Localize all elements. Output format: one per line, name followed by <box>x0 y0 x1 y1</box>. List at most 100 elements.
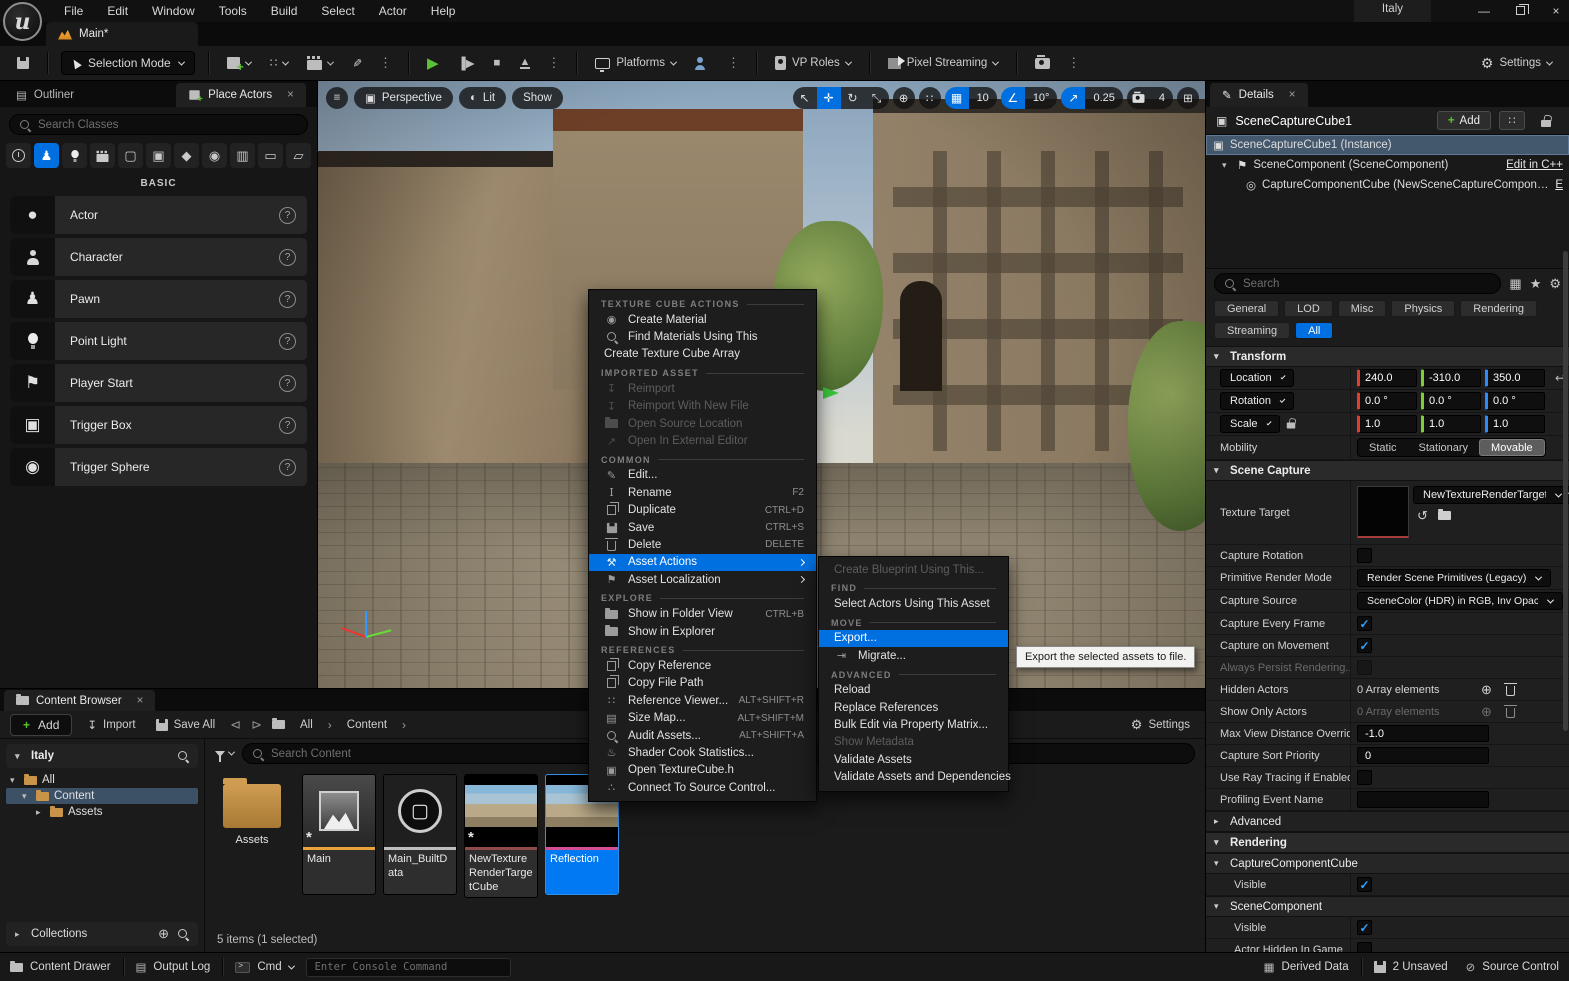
search-classes-input[interactable] <box>38 119 298 131</box>
rotation-y-field[interactable]: 0.0 ° <box>1421 392 1481 410</box>
close-icon[interactable]: × <box>287 89 294 101</box>
help-icon[interactable]: ? <box>279 291 296 308</box>
tab-main-level[interactable]: Main* <box>46 22 198 46</box>
add-component-button[interactable]: +Add <box>1437 111 1491 130</box>
menu-item-edit[interactable]: ✎Edit... <box>589 467 816 484</box>
blueprint-convert-button[interactable]: ∷ <box>1499 111 1525 130</box>
category-cinematic-icon[interactable] <box>90 143 115 168</box>
menu-item-copy-reference[interactable]: Copy Reference <box>589 657 816 674</box>
location-y-field[interactable]: -310.0 <box>1421 369 1481 387</box>
scale-x-field[interactable]: 1.0 <box>1357 415 1417 433</box>
tab-place-actors[interactable]: Place Actors × <box>176 83 306 107</box>
save-all-button[interactable]: Save All <box>151 715 221 735</box>
tab-content-browser[interactable]: Content Browser × <box>4 690 155 711</box>
import-button[interactable]: ↧Import <box>82 714 140 736</box>
select-tool-button[interactable]: ↖ <box>793 87 817 109</box>
rotation-snap-value[interactable]: 10° <box>1025 87 1058 109</box>
texture-target-thumbnail[interactable] <box>1357 486 1409 538</box>
mobility-static[interactable]: Static <box>1358 439 1408 456</box>
add-actor-button[interactable] <box>222 53 256 73</box>
section-rendering[interactable]: ▾Rendering <box>1206 832 1569 853</box>
tree-row-capture-component[interactable]: ◎ CaptureComponentCube (NewSceneCaptureC… <box>1206 175 1569 195</box>
restore-button[interactable] <box>1513 4 1527 18</box>
unreal-logo-icon[interactable]: u <box>3 2 42 41</box>
grid-snap-value[interactable]: 10 <box>969 87 997 109</box>
menu-tools[interactable]: Tools <box>207 2 259 20</box>
menu-item-validate-assets-deps[interactable]: Validate Assets and Dependencies <box>819 769 1008 786</box>
use-selected-asset-icon[interactable]: ↺ <box>1417 508 1428 524</box>
location-x-field[interactable]: 240.0 <box>1357 369 1417 387</box>
section-transform[interactable]: ▾Transform <box>1206 346 1569 367</box>
multi-user-options-button[interactable]: ⋮ <box>724 55 743 71</box>
mobility-stationary[interactable]: Stationary <box>1408 439 1480 456</box>
place-actor-item-actor[interactable]: ● Actor ? <box>10 196 307 234</box>
console-command-input[interactable] <box>315 961 502 973</box>
help-icon[interactable]: ? <box>279 207 296 224</box>
search-icon[interactable] <box>177 928 189 940</box>
menu-item-open-texturecube-h[interactable]: ▣Open TextureCube.h <box>589 762 816 779</box>
tree-item-assets[interactable]: ▸Assets <box>6 804 198 820</box>
add-array-element-icon[interactable]: ⊕ <box>1481 682 1492 698</box>
menu-item-connect-to-source-control[interactable]: ∴Connect To Source Control... <box>589 779 816 796</box>
source-control-button[interactable]: ⊘Source Control <box>1466 960 1559 974</box>
details-search-input[interactable] <box>1243 278 1491 290</box>
primitive-render-mode-dropdown[interactable]: Render Scene Primitives (Legacy) <box>1357 569 1551 587</box>
rotation-snap-icon[interactable]: ∠ <box>1001 87 1025 109</box>
place-actor-item-trigger-sphere[interactable]: ◉ Trigger Sphere ? <box>10 448 307 486</box>
unsaved-button[interactable]: 2 Unsaved <box>1374 961 1448 973</box>
multi-user-button[interactable] <box>690 53 715 74</box>
show-button[interactable]: Show <box>512 87 563 109</box>
chip-streaming[interactable]: Streaming <box>1214 322 1290 339</box>
asset-tile-assets-folder[interactable]: Assets <box>215 774 289 846</box>
capture-on-movement-checkbox[interactable] <box>1357 638 1372 653</box>
back-button[interactable]: ⊲ <box>230 717 241 733</box>
scale-snap-value[interactable]: 0.25 <box>1085 87 1122 109</box>
perspective-button[interactable]: ▣Perspective <box>354 87 453 109</box>
chip-rendering[interactable]: Rendering <box>1460 300 1537 317</box>
menu-item-asset-localization[interactable]: ⚑Asset Localization <box>589 571 816 588</box>
help-icon[interactable]: ? <box>279 417 296 434</box>
tree-item-content[interactable]: ▾Content <box>6 788 198 804</box>
lit-mode-button[interactable]: ◐Lit <box>459 87 506 109</box>
pixel-streaming-button[interactable]: Pixel Streaming <box>883 53 1004 73</box>
category-recent-icon[interactable] <box>6 143 31 168</box>
favorites-icon[interactable]: ★ <box>1530 276 1542 292</box>
settings-button[interactable]: ⚙Settings <box>1476 51 1557 76</box>
mobility-movable[interactable]: Movable <box>1479 439 1545 456</box>
editor-mode-select[interactable]: Selection Mode <box>61 51 195 75</box>
menu-item-copy-file-path[interactable]: Copy File Path <box>589 675 816 692</box>
menu-item-show-in-explorer[interactable]: Show in Explorer <box>589 623 816 640</box>
browse-to-asset-icon[interactable] <box>1438 511 1451 520</box>
menu-item-size-map[interactable]: ▤Size Map...ALT+SHIFT+M <box>589 709 816 726</box>
category-effects-icon[interactable]: ◆ <box>174 143 199 168</box>
menu-item-export[interactable]: Export... <box>819 630 1008 647</box>
clear-array-icon[interactable] <box>1506 708 1515 718</box>
lock-button[interactable] <box>1533 111 1559 130</box>
visible-checkbox[interactable] <box>1357 877 1372 892</box>
menu-actor[interactable]: Actor <box>367 2 419 20</box>
scale-z-field[interactable]: 1.0 <box>1485 415 1545 433</box>
advanced-expander[interactable]: ▸Advanced <box>1206 811 1569 832</box>
rotation-dropdown[interactable]: Rotation <box>1220 392 1294 410</box>
section-scene-capture[interactable]: ▾Scene Capture <box>1206 460 1569 481</box>
help-icon[interactable]: ? <box>279 333 296 350</box>
eject-button[interactable]: ▲ <box>515 54 536 73</box>
rotation-z-field[interactable]: 0.0 ° <box>1485 392 1545 410</box>
menu-file[interactable]: File <box>52 2 95 20</box>
menu-select[interactable]: Select <box>309 2 366 20</box>
menu-item-validate-assets[interactable]: Validate Assets <box>819 751 1008 768</box>
filters-button[interactable] <box>215 751 234 757</box>
vp-roles-button[interactable]: VP Roles <box>770 52 856 74</box>
stop-button[interactable]: ■ <box>489 53 506 73</box>
menu-item-asset-actions[interactable]: ⚒Asset Actions <box>589 554 816 571</box>
camera-speed-icon[interactable] <box>1127 87 1151 109</box>
media-options-button[interactable]: ⋮ <box>1064 55 1083 71</box>
close-icon[interactable]: × <box>137 695 144 707</box>
capture-rotation-checkbox[interactable] <box>1357 548 1372 563</box>
skip-frame-button[interactable]: ▐▶ <box>453 52 480 74</box>
blueprints-button[interactable]: ∷ <box>265 52 294 74</box>
forward-button[interactable]: ⊳ <box>251 717 262 733</box>
edit-link-truncated[interactable]: E <box>1555 179 1563 191</box>
menu-window[interactable]: Window <box>140 2 207 20</box>
category-frame-icon[interactable]: ▣ <box>146 143 171 168</box>
